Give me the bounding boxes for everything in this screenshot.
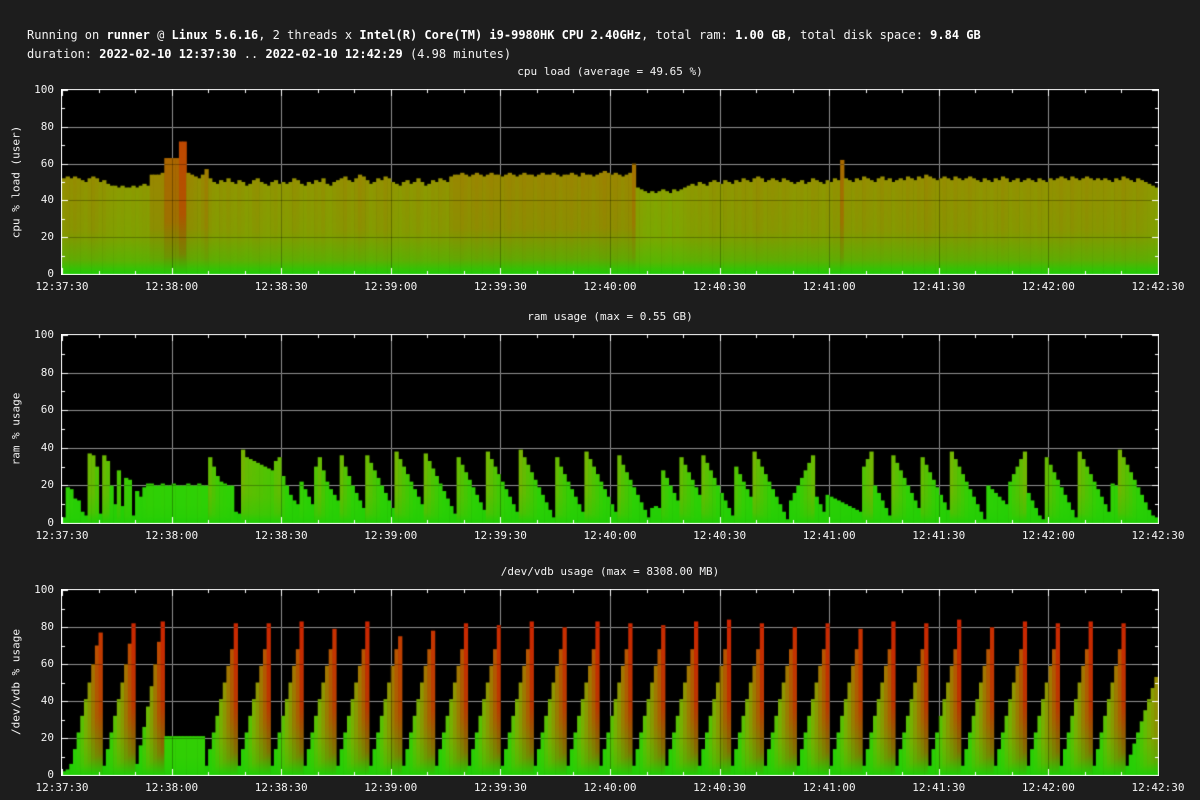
chart-title: cpu load (average = 49.65 %) <box>310 65 910 78</box>
x-tick-label: 12:42:00 <box>1022 529 1075 542</box>
duration-line: duration: 2022-02-10 12:37:30 .. 2022-02… <box>27 47 511 62</box>
x-tick-label: 12:42:00 <box>1022 280 1075 293</box>
header-text: @ <box>150 28 172 42</box>
x-tick-label: 12:40:00 <box>584 280 637 293</box>
x-tick-label: 12:38:00 <box>145 529 198 542</box>
y-tick-label: 80 <box>10 366 54 379</box>
x-tick-label: 12:40:30 <box>693 781 746 794</box>
x-tick-label: 12:42:00 <box>1022 781 1075 794</box>
header-text: Running on <box>27 28 106 42</box>
y-tick-label: 80 <box>10 620 54 633</box>
y-tick-label: 20 <box>10 478 54 491</box>
x-tick-label: 12:39:00 <box>364 781 417 794</box>
header-text: duration: <box>27 47 99 61</box>
y-tick-label: 40 <box>10 193 54 206</box>
y-tick-label: 20 <box>10 230 54 243</box>
y-tick-label: 100 <box>10 583 54 596</box>
header-text: , total disk space: <box>786 28 931 42</box>
x-tick-label: 12:41:00 <box>803 781 856 794</box>
header-value: 9.84 GB <box>930 28 981 42</box>
header-text: .. <box>237 47 266 61</box>
x-tick-label: 12:37:30 <box>36 280 89 293</box>
x-tick-label: 12:39:30 <box>474 280 527 293</box>
x-tick-label: 12:42:30 <box>1132 280 1185 293</box>
cpu-load-plot <box>61 89 1159 275</box>
x-tick-label: 12:39:30 <box>474 529 527 542</box>
header-text: (4.98 minutes) <box>403 47 511 61</box>
y-tick-label: 40 <box>10 441 54 454</box>
x-tick-label: 12:39:30 <box>474 781 527 794</box>
y-axis-label: cpu % load (user) <box>10 126 23 239</box>
x-tick-label: 12:40:00 <box>584 781 637 794</box>
x-tick-label: 12:38:30 <box>255 781 308 794</box>
header-text: , total ram: <box>641 28 735 42</box>
x-tick-label: 12:38:30 <box>255 280 308 293</box>
x-tick-label: 12:37:30 <box>36 781 89 794</box>
y-axis-label: /dev/vdb % usage <box>10 629 23 735</box>
header-text: , 2 threads x <box>258 28 359 42</box>
header-value: 2022-02-10 12:37:30 <box>99 47 236 61</box>
x-tick-label: 12:41:30 <box>912 781 965 794</box>
header-value: Linux 5.6.16 <box>172 28 259 42</box>
header-value: Intel(R) Core(TM) i9-9980HK CPU 2.40GHz <box>359 28 641 42</box>
y-tick-label: 100 <box>10 328 54 341</box>
x-tick-label: 12:41:00 <box>803 280 856 293</box>
resource-monitor-screen: Running on runner @ Linux 5.6.16, 2 thre… <box>0 0 1200 800</box>
y-tick-label: 20 <box>10 731 54 744</box>
chart-title: ram usage (max = 0.55 GB) <box>310 310 910 323</box>
y-tick-label: 40 <box>10 694 54 707</box>
x-tick-label: 12:38:00 <box>145 280 198 293</box>
x-tick-label: 12:39:00 <box>364 529 417 542</box>
header-value: 1.00 GB <box>735 28 786 42</box>
x-tick-label: 12:42:30 <box>1132 529 1185 542</box>
disk-usage-plot <box>61 589 1159 776</box>
y-tick-label: 60 <box>10 157 54 170</box>
y-tick-label: 60 <box>10 657 54 670</box>
chart-title: /dev/vdb usage (max = 8308.00 MB) <box>310 565 910 578</box>
ram-usage-plot <box>61 334 1159 524</box>
x-tick-label: 12:39:00 <box>364 280 417 293</box>
x-tick-label: 12:41:30 <box>912 280 965 293</box>
x-tick-label: 12:40:30 <box>693 280 746 293</box>
x-tick-label: 12:41:00 <box>803 529 856 542</box>
y-tick-label: 60 <box>10 403 54 416</box>
system-info-line: Running on runner @ Linux 5.6.16, 2 thre… <box>27 28 981 43</box>
x-tick-label: 12:38:00 <box>145 781 198 794</box>
y-tick-label: 0 <box>10 267 54 280</box>
x-tick-label: 12:38:30 <box>255 529 308 542</box>
x-tick-label: 12:37:30 <box>36 529 89 542</box>
y-tick-label: 100 <box>10 83 54 96</box>
header-value: 2022-02-10 12:42:29 <box>265 47 402 61</box>
y-tick-label: 0 <box>10 516 54 529</box>
y-tick-label: 0 <box>10 768 54 781</box>
x-tick-label: 12:40:00 <box>584 529 637 542</box>
x-tick-label: 12:41:30 <box>912 529 965 542</box>
header-value: runner <box>106 28 149 42</box>
x-tick-label: 12:42:30 <box>1132 781 1185 794</box>
x-tick-label: 12:40:30 <box>693 529 746 542</box>
y-tick-label: 80 <box>10 120 54 133</box>
